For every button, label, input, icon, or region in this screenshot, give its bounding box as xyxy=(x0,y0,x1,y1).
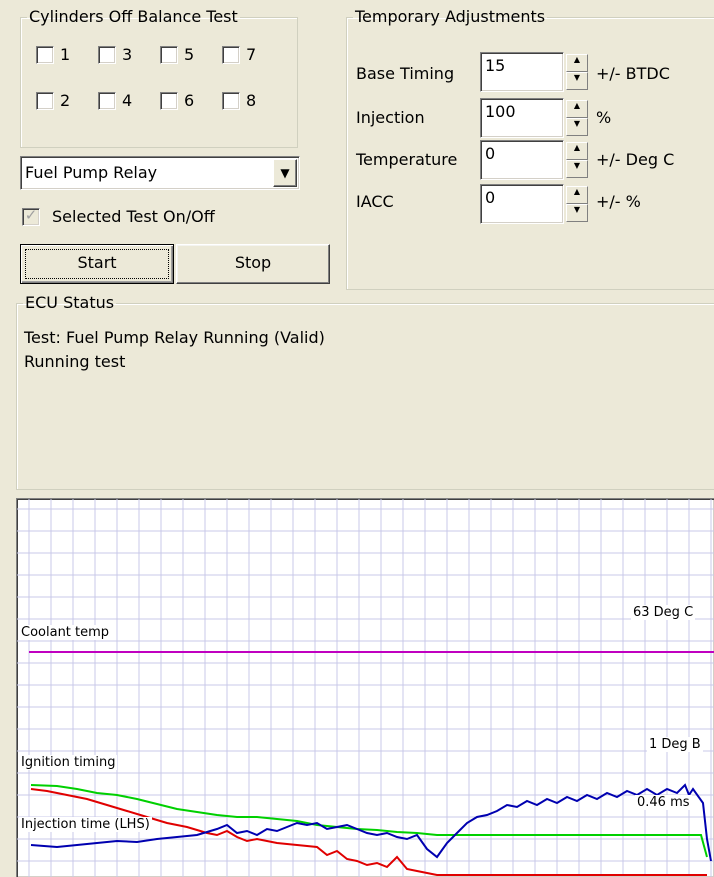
base-timing-value: 15 xyxy=(485,56,506,75)
cylinder-3-checkbox[interactable] xyxy=(98,46,116,64)
cylinder-1-label: 1 xyxy=(60,45,71,64)
cylinder-6-label: 6 xyxy=(184,91,195,110)
iacc-value: 0 xyxy=(485,188,496,207)
spinner-down-icon[interactable]: ▼ xyxy=(566,204,588,222)
start-button-label: Start xyxy=(77,253,117,272)
cylinder-7-checkbox[interactable] xyxy=(222,46,240,64)
test-select-dropdown[interactable]: Fuel Pump Relay ▼ xyxy=(20,156,300,190)
injection-spinner[interactable]: ▲ ▼ xyxy=(566,100,588,136)
start-button[interactable]: Start xyxy=(20,244,174,284)
spinner-up-icon[interactable]: ▲ xyxy=(566,142,588,160)
temp-adjust-title: Temporary Adjustments xyxy=(355,7,546,26)
spinner-down-icon[interactable]: ▼ xyxy=(566,72,588,90)
iacc-spinner[interactable]: ▲ ▼ xyxy=(566,186,588,222)
cylinders-group-title: Cylinders Off Balance Test xyxy=(29,7,238,26)
injection-value: 100 xyxy=(485,102,516,121)
stop-button-label: Stop xyxy=(234,253,272,272)
iacc-label: IACC xyxy=(356,192,394,211)
ignition-timing-value: 1 Deg B xyxy=(647,737,703,752)
checkmark-icon: ✓ xyxy=(24,206,38,224)
cylinder-4-checkbox[interactable] xyxy=(98,92,116,110)
ecu-status-group: ECU Status xyxy=(16,294,714,490)
cylinder-8-label: 8 xyxy=(246,91,257,110)
temperature-spinner[interactable]: ▲ ▼ xyxy=(566,142,588,178)
base-timing-input[interactable]: 15 xyxy=(480,52,564,92)
base-timing-label: Base Timing xyxy=(356,64,455,83)
temperature-value: 0 xyxy=(485,144,496,163)
spinner-down-icon[interactable]: ▼ xyxy=(566,160,588,178)
cylinder-3-label: 3 xyxy=(122,45,133,64)
ecu-status-line1: Test: Fuel Pump Relay Running (Valid) xyxy=(24,328,325,347)
cylinder-1-checkbox[interactable] xyxy=(36,46,54,64)
chevron-down-icon[interactable]: ▼ xyxy=(273,159,297,187)
stop-button[interactable]: Stop xyxy=(176,244,330,284)
spinner-down-icon[interactable]: ▼ xyxy=(566,118,588,136)
injection-time-label: Injection time (LHS) xyxy=(19,817,152,832)
coolant-temp-value: 63 Deg C xyxy=(631,605,696,620)
spinner-up-icon[interactable]: ▲ xyxy=(566,54,588,72)
injection-label: Injection xyxy=(356,108,425,127)
cylinder-2-label: 2 xyxy=(60,91,71,110)
test-select-value: Fuel Pump Relay xyxy=(25,163,158,182)
cylinder-2-checkbox[interactable] xyxy=(36,92,54,110)
ignition-timing-label: Ignition timing xyxy=(19,755,118,770)
coolant-temp-label: Coolant temp xyxy=(19,625,112,640)
cylinder-7-label: 7 xyxy=(246,45,257,64)
iacc-unit: +/- % xyxy=(596,192,641,211)
cylinder-8-checkbox[interactable] xyxy=(222,92,240,110)
cylinder-6-checkbox[interactable] xyxy=(160,92,178,110)
temperature-label: Temperature xyxy=(356,150,458,169)
ecu-status-line2: Running test xyxy=(24,352,126,371)
cylinders-group: Cylinders Off Balance Test xyxy=(20,8,298,148)
red-series-line xyxy=(30,788,707,876)
injection-unit: % xyxy=(596,108,612,127)
injection-time-value: 0.46 ms xyxy=(635,795,692,810)
cylinder-4-label: 4 xyxy=(122,91,133,110)
base-timing-spinner[interactable]: ▲ ▼ xyxy=(566,54,588,90)
selected-test-label: Selected Test On/Off xyxy=(52,207,215,226)
ecu-status-title: ECU Status xyxy=(25,293,115,312)
iacc-input[interactable]: 0 xyxy=(480,184,564,224)
base-timing-unit: +/- BTDC xyxy=(596,64,670,83)
cylinder-5-checkbox[interactable] xyxy=(160,46,178,64)
spinner-up-icon[interactable]: ▲ xyxy=(566,100,588,118)
cylinder-5-label: 5 xyxy=(184,45,195,64)
chart-panel: Coolant temp 63 Deg C Ignition timing 1 … xyxy=(16,498,714,877)
spinner-up-icon[interactable]: ▲ xyxy=(566,186,588,204)
temperature-input[interactable]: 0 xyxy=(480,140,564,180)
temperature-unit: +/- Deg C xyxy=(596,150,675,169)
selected-test-checkbox[interactable]: ✓ xyxy=(22,206,40,226)
injection-input[interactable]: 100 xyxy=(480,98,564,138)
